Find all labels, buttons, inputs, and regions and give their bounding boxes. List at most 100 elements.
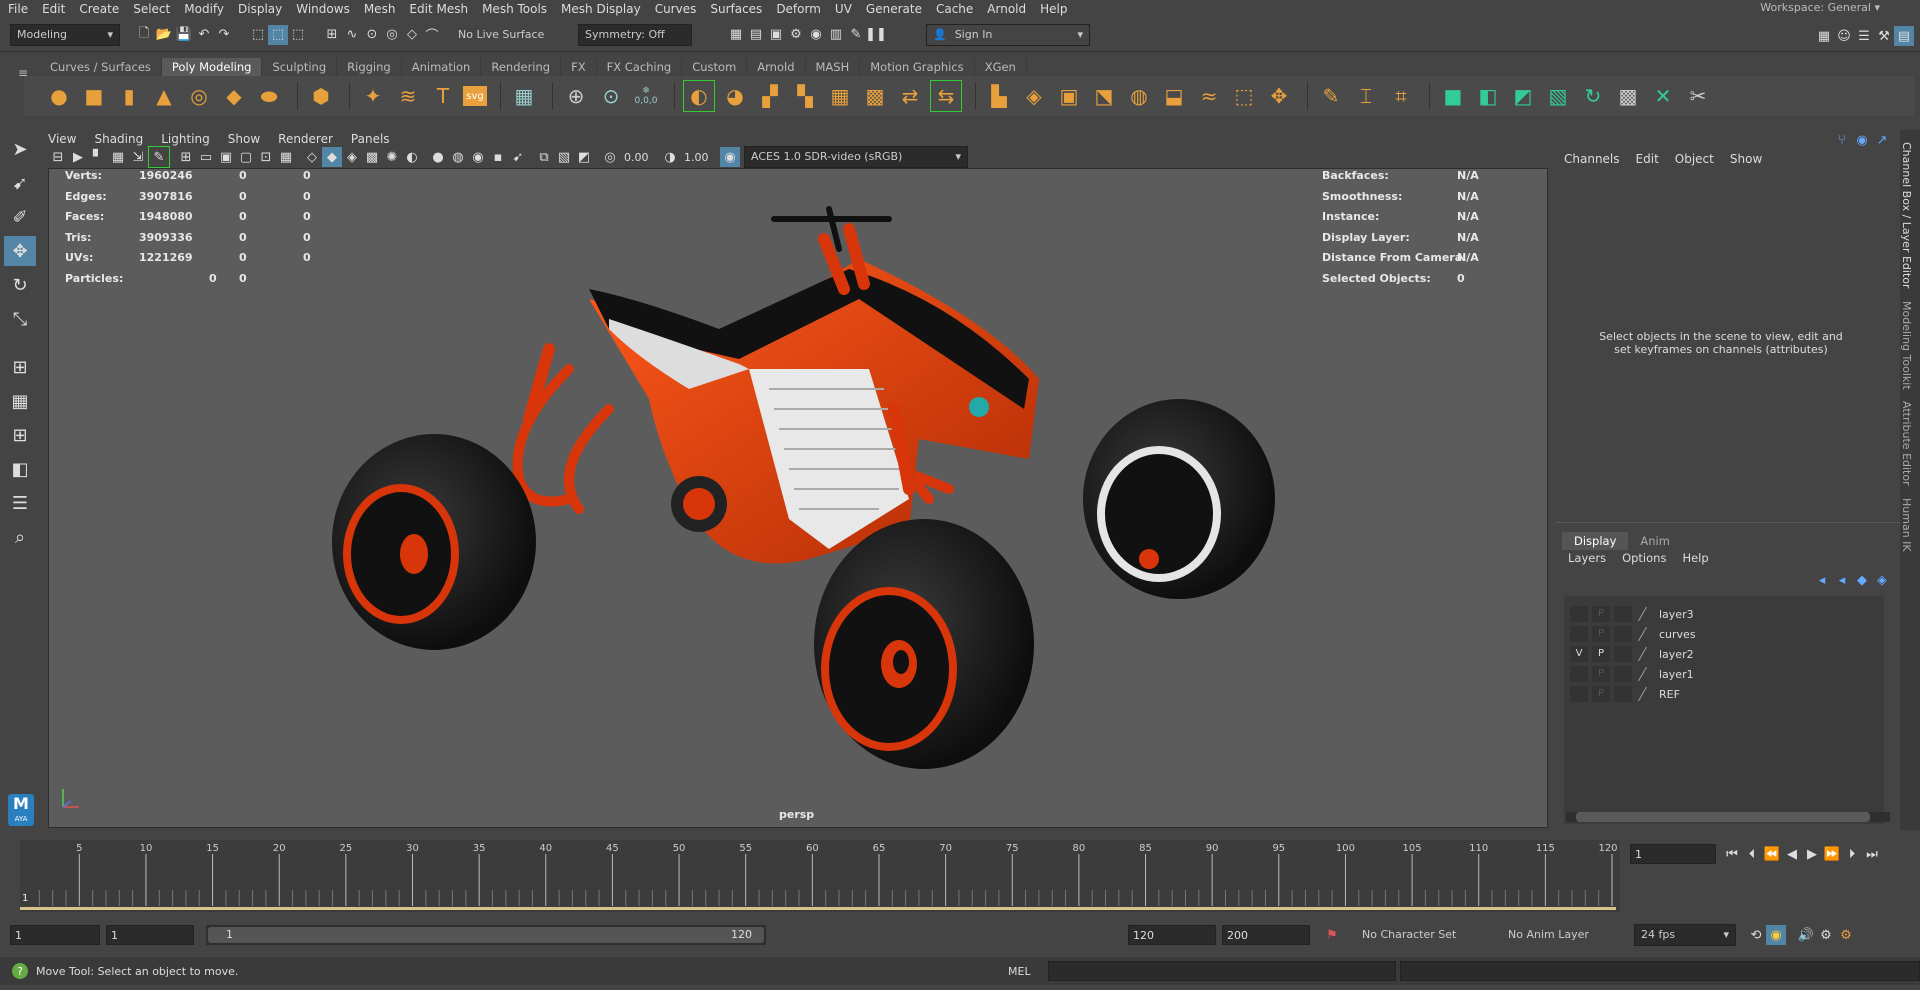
shelf-tab-curves-surfaces[interactable]: Curves / Surfaces (40, 58, 162, 76)
menu-file[interactable]: File (8, 2, 28, 16)
channel-menu-channels[interactable]: Channels (1564, 152, 1620, 166)
exposure-field[interactable] (620, 147, 660, 167)
four-view-layout-icon[interactable]: ⊞ (4, 420, 36, 450)
fps-dropdown[interactable]: 24 fps ▾ (1634, 924, 1736, 946)
layout-icon[interactable]: ▦ (4, 386, 36, 416)
field-chart-icon[interactable]: ⊡ (256, 147, 276, 167)
animation-end-field[interactable] (1222, 925, 1310, 945)
menu-surfaces[interactable]: Surfaces (710, 2, 762, 16)
pause-render-icon[interactable]: ❚❚ (865, 25, 887, 45)
move-layer-up-icon[interactable]: ◂ (1812, 570, 1832, 590)
layer-visibility-toggle[interactable]: V (1570, 646, 1588, 662)
layer-row-ref[interactable]: P REF (1564, 684, 1884, 704)
layer-playback-toggle[interactable]: P (1592, 666, 1610, 682)
time-slider[interactable]: 5 10 15 20 25 30 35 40 45 50 55 60 65 70 75 80 85 90 95 100… (20, 840, 1620, 912)
smooth-icon[interactable]: ◐ (683, 80, 715, 112)
uv-editor-icon[interactable]: ▦ (509, 81, 539, 111)
layer-tab-anim[interactable]: Anim (1628, 532, 1682, 550)
search-icon[interactable]: ⌕ (4, 522, 36, 552)
poly-cube-icon[interactable]: ■ (79, 81, 109, 111)
color-space-dropdown[interactable]: ACES 1.0 SDR-video (sRGB) ▾ (744, 146, 968, 168)
shadows-icon[interactable]: ◐ (402, 147, 422, 167)
paint-select-tool-icon[interactable]: ✐ (4, 202, 36, 232)
new-scene-icon[interactable]: 🗋 (134, 25, 154, 45)
menu-edit[interactable]: Edit (42, 2, 65, 16)
boolean-union-icon[interactable]: ▦ (825, 81, 855, 111)
layer-row-layer2[interactable]: V Player2 (1564, 644, 1884, 664)
channel-menu-edit[interactable]: Edit (1636, 152, 1659, 166)
rotate-tool-icon[interactable]: ↻ (4, 270, 36, 300)
viewport-menu-show[interactable]: Show (228, 132, 260, 146)
boolean-difference-icon[interactable]: ▩ (860, 81, 890, 111)
shelf-tab-rigging[interactable]: Rigging (337, 58, 402, 76)
side-tab-modeling-toolkit[interactable]: Modeling Toolkit (1900, 301, 1913, 390)
menu-mesh-tools[interactable]: Mesh Tools (482, 2, 547, 16)
quadrangulate-icon[interactable]: ✂ (1683, 81, 1713, 111)
xray-joints-icon[interactable]: ⧉ (534, 147, 554, 167)
film-gate-icon[interactable]: ▭ (196, 147, 216, 167)
playback-end-field[interactable] (1128, 925, 1216, 945)
render-view-icon[interactable]: ▥ (826, 25, 846, 45)
new-layer-selected-icon[interactable]: ◈ (1872, 570, 1892, 590)
wireframe-on-shaded-icon[interactable]: ◈ (342, 147, 362, 167)
layer-display-type-toggle[interactable] (1614, 666, 1632, 682)
side-tab-channel-box-layer-editor[interactable]: Channel Box / Layer Editor (1900, 142, 1913, 289)
platonic-solid-icon[interactable]: ⬢ (306, 81, 336, 111)
move-layer-down-icon[interactable]: ◂ (1832, 570, 1852, 590)
symmetry-dropdown[interactable]: Symmetry: Off (578, 23, 692, 46)
svg-icon[interactable]: svg (463, 86, 487, 106)
extrude-icon[interactable]: ▙ (984, 81, 1014, 111)
layer-name[interactable]: curves (1659, 628, 1696, 641)
soften-edge-icon[interactable]: ◩ (1508, 81, 1538, 111)
shelf-tab-motion-graphics[interactable]: Motion Graphics (860, 58, 975, 76)
color-management-icon[interactable]: ◉ (720, 147, 740, 167)
menu-create[interactable]: Create (79, 2, 119, 16)
single-perspective-layout-icon[interactable]: ⊞ (4, 352, 36, 382)
shelf-tab-arnold[interactable]: Arnold (747, 58, 806, 76)
xray-icon[interactable]: ➹ (508, 147, 528, 167)
channel-menu-show[interactable]: Show (1730, 152, 1762, 166)
bridge-icon[interactable]: ⇆ (930, 80, 962, 112)
redo-icon[interactable]: ↷ (214, 25, 234, 45)
layer-tab-display[interactable]: Display (1562, 532, 1629, 550)
layer-row-curves[interactable]: Pcurves (1564, 624, 1884, 644)
quad-bike-model[interactable] (49, 169, 1548, 828)
xray-active-icon[interactable]: ▧ (554, 147, 574, 167)
use-all-lights-icon[interactable]: ✺ (382, 147, 402, 167)
reverse-normals-icon[interactable]: ↻ (1578, 81, 1608, 111)
menu-generate[interactable]: Generate (866, 2, 922, 16)
outliner-layout-icon[interactable]: ☰ (4, 488, 36, 518)
offset-edge-loop-icon[interactable]: ⌗ (1386, 81, 1416, 111)
range-slider[interactable]: 1 120 (206, 925, 766, 945)
layer-visibility-toggle[interactable] (1570, 606, 1588, 622)
triangulate-icon[interactable]: ✕ (1648, 81, 1678, 111)
menu-display[interactable]: Display (238, 2, 282, 16)
shelf-tab-fx[interactable]: FX (561, 58, 597, 76)
menu-curves[interactable]: Curves (655, 2, 697, 16)
select-component-icon[interactable]: ⬚ (288, 25, 308, 45)
layer-playback-toggle[interactable]: P (1592, 606, 1610, 622)
snap-point-icon[interactable]: ⊙ (362, 25, 382, 45)
center-pivot-icon[interactable]: ⊕ (561, 81, 591, 111)
gamma-field[interactable] (680, 147, 720, 167)
super-shape-icon[interactable]: ✦ (358, 81, 388, 111)
layer-menu-layers[interactable]: Layers (1568, 551, 1606, 565)
wireframe-icon[interactable]: ◇ (302, 147, 322, 167)
grid-toggle-icon[interactable]: ⊞ (176, 147, 196, 167)
poke-icon[interactable]: ⬓ (1159, 81, 1189, 111)
snap-surface-icon[interactable]: ◇ (402, 25, 422, 45)
layer-name[interactable]: REF (1659, 688, 1680, 701)
play-backwards-icon[interactable]: ◀ (1782, 844, 1802, 864)
playback-start-field[interactable] (106, 925, 194, 945)
shelf-tab-fx-caching[interactable]: FX Caching (597, 58, 683, 76)
two-view-layout-icon[interactable]: ◧ (4, 454, 36, 484)
layer-display-type-toggle[interactable] (1614, 686, 1632, 702)
menu-select[interactable]: Select (133, 2, 170, 16)
bookmark-icon[interactable]: ▘ (88, 147, 108, 167)
layer-name[interactable]: layer3 (1659, 608, 1694, 621)
separate-icon[interactable]: ▞ (755, 81, 785, 111)
menu-mesh[interactable]: Mesh (364, 2, 396, 16)
side-tab-attribute-editor[interactable]: Attribute Editor (1900, 401, 1913, 486)
save-scene-icon[interactable]: 💾 (174, 25, 194, 45)
shelf-tab-mash[interactable]: MASH (806, 58, 861, 76)
